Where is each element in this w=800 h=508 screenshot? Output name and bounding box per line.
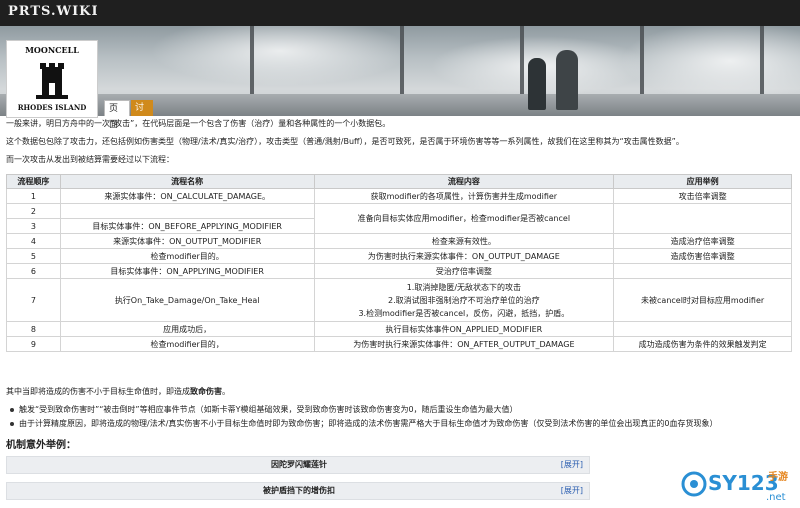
step-name: 检查modifier目的，	[59, 336, 315, 352]
column-header: 流程内容	[313, 174, 615, 189]
step-example: 成功造成伤害为条件的效果触发判定	[613, 336, 792, 352]
table-row: 4 来源实体事件：ON_OUTPUT_MODIFIER 检查来源有效性。 造成治…	[6, 233, 792, 249]
watermark-sub: 手游	[768, 470, 788, 483]
step-example	[613, 321, 792, 337]
column-header: 流程名称	[59, 174, 315, 189]
intro-paragraph: 而一次攻击从发出到被结算需要经过以下流程：	[6, 155, 174, 164]
step-example: 攻击倍率调整	[613, 188, 792, 204]
table-row: 9 检查modifier目的， 为伤害时执行来源实体事件：ON_AFTER_OU…	[6, 336, 792, 352]
step-name: 来源实体事件：ON_CALCULATE_DAMAGE。	[59, 188, 315, 204]
step-name: 目标实体事件：ON_BEFORE_APPLYING_MODIFIER	[59, 218, 315, 234]
attack-flow-table: 流程顺序 流程名称 流程内容 应用举例 1 来源实体事件：ON_CALCULAT…	[6, 174, 792, 352]
step-order: 9	[6, 336, 61, 352]
step-content: 准备向目标实体应用modifier，检查modifier是否被cancel	[313, 203, 615, 234]
lethal-damage-term: 致命伤害	[190, 387, 222, 396]
expand-toggle[interactable]: [展开]	[561, 483, 583, 499]
table-row: 5 检查modifier目的。 为伤害时执行来源实体事件：ON_OUTPUT_D…	[6, 248, 792, 264]
step-name: 目标实体事件：ON_APPLYING_MODIFIER	[59, 263, 315, 279]
tab-discussion[interactable]: 讨论	[131, 100, 153, 129]
step-content: 受治疗倍率调整	[313, 263, 615, 279]
bullet-icon	[10, 421, 14, 426]
step-name: 应用成功后，	[59, 321, 315, 337]
table-row: 8 应用成功后， 执行目标实体事件ON_APPLIED_MODIFIER	[6, 321, 792, 337]
list-item: 触发“受到致命伤害时”“被击倒时”等相应事件节点（如斯卡蒂Y模组基础效果，受到致…	[10, 404, 518, 415]
character-figure	[528, 58, 546, 110]
step-content: 为伤害时执行来源实体事件：ON_AFTER_OUTPUT_DAMAGE	[313, 336, 615, 352]
step-order: 4	[6, 233, 61, 249]
step-order: 3	[6, 218, 61, 234]
step-example: 造成伤害倍率调整	[613, 248, 792, 264]
bullet-icon	[10, 407, 14, 412]
intro-paragraph: 这个数据包包除了攻击力，还包括例如伤害类型（物理/法术/真实/治疗），攻击类型（…	[6, 137, 684, 146]
lethal-damage-note: 其中当即将造成的伤害不小于目标生命值时，即造成致命伤害。	[6, 387, 230, 396]
list-item: 由于计算精度原因，即将造成的物理/法术/真实伤害不小于目标生命值时即为致命伤害；…	[10, 418, 717, 429]
step-order: 7	[6, 278, 61, 322]
tower-logo-icon	[36, 63, 68, 99]
site-logo[interactable]: MOONCELL RHODES ISLAND	[6, 40, 98, 118]
step-order: 2	[6, 203, 61, 219]
step-name: 执行On_Take_Damage/On_Take_Heal	[59, 278, 315, 322]
character-figure	[556, 50, 578, 110]
table-row: 1 来源实体事件：ON_CALCULATE_DAMAGE。 获取modifier…	[6, 188, 792, 204]
table-row: 2 准备向目标实体应用modifier，检查modifier是否被cancel	[6, 203, 792, 234]
step-content-line: 2.取消试图非强制治疗不可治疗单位的治疗	[388, 295, 540, 305]
step-order: 5	[6, 248, 61, 264]
step-content: 执行目标实体事件ON_APPLIED_MODIFIER	[313, 321, 615, 337]
logo-bottom-text: RHODES ISLAND	[17, 103, 87, 112]
step-content: 1.取消掉隐匿/无敌状态下的攻击 2.取消试图非强制治疗不可治疗单位的治疗 3.…	[313, 278, 615, 322]
site-brand[interactable]: PRTS.WIKI	[8, 4, 99, 19]
step-example	[613, 263, 792, 279]
step-order: 1	[6, 188, 61, 204]
step-name	[59, 203, 315, 219]
intro-paragraph: 一般来讲，明日方舟中的一次“攻击”，在代码层面是一个包含了伤害（治疗）量和各种属…	[6, 119, 391, 128]
table-header-row: 流程顺序 流程名称 流程内容 应用举例	[6, 174, 792, 189]
top-bar: PRTS.WIKI	[0, 0, 800, 26]
step-content: 检查来源有效性。	[313, 233, 615, 249]
step-content-line: 3.检测modifier是否被cancel，反伤，闪避，抵挡，护盾。	[358, 308, 570, 318]
step-content: 获取modifier的各项属性，计算伤害并生成modifier	[313, 188, 615, 204]
section-heading: 机制意外举例：	[6, 440, 76, 451]
step-content-line: 1.取消掉隐匿/无敌状态下的攻击	[406, 282, 522, 292]
collapsible-panel[interactable]: 因陀罗闪耀莲针 [展开]	[6, 456, 590, 474]
step-content: 为伤害时执行来源实体事件：ON_OUTPUT_DAMAGE	[313, 248, 615, 264]
watermark-domain: .net	[766, 492, 786, 503]
column-header: 应用举例	[613, 174, 792, 189]
collapsible-title: 被护盾挡下的增伤扣	[263, 486, 335, 495]
expand-toggle[interactable]: [展开]	[561, 457, 583, 473]
step-order: 6	[6, 263, 61, 279]
sy123-watermark: SY123 手游 .net	[681, 470, 788, 503]
tab-page[interactable]: 页面	[104, 100, 130, 130]
table-row: 7 执行On_Take_Damage/On_Take_Heal 1.取消掉隐匿/…	[6, 278, 792, 322]
logo-top-text: MOONCELL	[25, 45, 79, 55]
step-example	[613, 203, 792, 234]
step-name: 来源实体事件：ON_OUTPUT_MODIFIER	[59, 233, 315, 249]
collapsible-panel[interactable]: 被护盾挡下的增伤扣 [展开]	[6, 482, 590, 500]
step-example: 造成治疗倍率调整	[613, 233, 792, 249]
column-header: 流程顺序	[6, 174, 61, 189]
table-row: 6 目标实体事件：ON_APPLYING_MODIFIER 受治疗倍率调整	[6, 263, 792, 279]
step-order: 8	[6, 321, 61, 337]
collapsible-title: 因陀罗闪耀莲针	[271, 460, 327, 469]
step-name: 检查modifier目的。	[59, 248, 315, 264]
step-example: 未被cancel时对目标应用modifier	[613, 278, 792, 322]
